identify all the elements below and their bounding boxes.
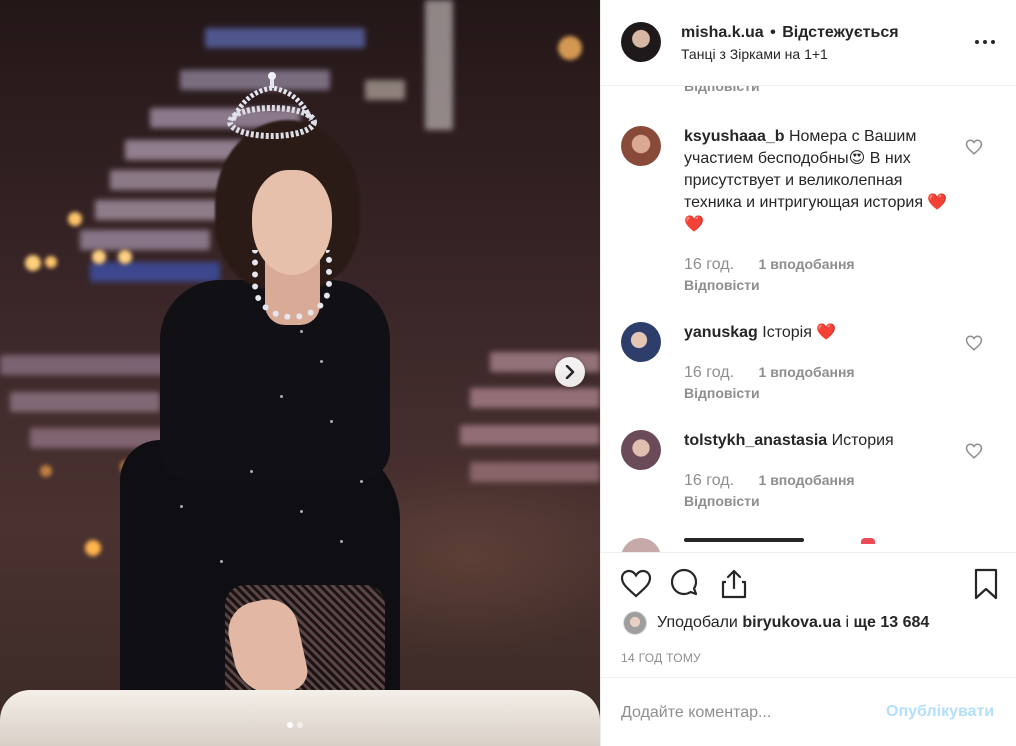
reply-link[interactable]: Відповісти (684, 277, 760, 293)
heart-icon[interactable] (965, 442, 983, 460)
dancer-necklace (252, 250, 332, 320)
commenter-avatar[interactable] (621, 322, 661, 362)
post-timestamp[interactable]: 14 ГОД ТОМУ (621, 651, 701, 665)
heart-icon[interactable] (619, 567, 653, 601)
background-light (470, 462, 600, 482)
background-light (110, 170, 230, 190)
post-actions: Уподобали biryukova.ua і ще 13 684 14 ГО… (601, 552, 1016, 677)
background-light (0, 355, 170, 375)
table-cloth (0, 690, 600, 746)
post-comment-button[interactable]: Опублікувати (886, 703, 994, 721)
candle-light (68, 212, 82, 226)
dress-sparkle (300, 330, 303, 333)
author-avatar[interactable] (621, 22, 661, 62)
dress-sparkle (280, 395, 283, 398)
comment-body: История (831, 432, 894, 449)
comment-item-partial (621, 538, 1001, 552)
comment-text-fragment (684, 538, 804, 542)
comments-list[interactable]: Відповісти ksyushaaa_b Номера с Вашим уч… (601, 86, 1016, 552)
dress-sparkle (180, 505, 183, 508)
commenter-avatar[interactable] (621, 126, 661, 166)
comment-time[interactable]: 16 год. (684, 256, 734, 273)
background-light (205, 28, 365, 48)
likes-summary: Уподобали biryukova.ua і ще 13 684 (623, 611, 929, 635)
liker-avatar[interactable] (623, 611, 647, 635)
carousel-dot-active (287, 722, 293, 728)
dress-sparkle (360, 480, 363, 483)
comment-text: tolstykh_anastasia История (684, 430, 954, 452)
chevron-right-icon (565, 365, 575, 379)
post-side-panel: misha.k.ua • Відстежується Танці з Зірка… (600, 0, 1016, 746)
dress-sparkle (220, 560, 223, 563)
background-light (470, 388, 600, 408)
more-horizontal-icon (983, 40, 987, 44)
post-photo[interactable] (0, 0, 600, 746)
background-light (460, 425, 600, 445)
likes-prefix: Уподобали (657, 614, 738, 631)
liker-username[interactable]: biryukova.ua (742, 614, 841, 631)
carousel-indicator (287, 722, 303, 728)
comment-meta: 16 год. 1 вподобання (684, 364, 855, 382)
heart-icon[interactable] (965, 334, 983, 352)
comment-meta: 16 год. 1 вподобання (684, 472, 855, 490)
dress-sparkle (340, 540, 343, 543)
comment-bubble-icon[interactable] (667, 567, 701, 601)
background-light (95, 200, 225, 220)
commenter-avatar[interactable] (621, 538, 661, 552)
comment-username[interactable]: tolstykh_anastasia (684, 432, 827, 449)
candle-light (558, 36, 582, 60)
candle-light (25, 255, 41, 271)
background-light (90, 262, 220, 282)
comment-time[interactable]: 16 год. (684, 472, 734, 489)
background-light (425, 0, 453, 130)
post-header: misha.k.ua • Відстежується Танці з Зірка… (601, 0, 1016, 86)
heart-emoji-fragment (861, 538, 875, 544)
comment-body: Історія ❤️ (762, 324, 837, 341)
commenter-avatar[interactable] (621, 430, 661, 470)
author-username[interactable]: misha.k.ua (681, 24, 764, 41)
dress-sparkle (320, 360, 323, 363)
follow-status[interactable]: Відстежується (782, 24, 898, 41)
background-light (10, 392, 160, 412)
background-light (80, 230, 210, 250)
comment-input[interactable] (621, 702, 871, 724)
comment-meta: 16 год. 1 вподобання (684, 256, 855, 274)
comment-text: yanuskag Історія ❤️ (684, 322, 954, 344)
post-location[interactable]: Танці з Зірками на 1+1 (681, 46, 828, 62)
comment-time[interactable]: 16 год. (684, 364, 734, 381)
comment-username[interactable]: ksyushaaa_b (684, 128, 785, 145)
likes-text: Уподобали biryukova.ua і ще 13 684 (657, 614, 929, 632)
more-options-button[interactable] (975, 36, 999, 48)
reply-link[interactable]: Відповісти (684, 86, 760, 94)
likes-middle: і (845, 614, 850, 631)
reply-link[interactable]: Відповісти (684, 385, 760, 401)
comment-likes[interactable]: 1 вподобання (759, 256, 855, 272)
reply-link[interactable]: Відповісти (684, 493, 760, 509)
candle-light (85, 540, 101, 556)
candle-light (40, 465, 52, 477)
add-comment-bar: Опублікувати (601, 677, 1016, 746)
dress-sparkle (300, 510, 303, 513)
more-horizontal-icon (975, 40, 979, 44)
crown-icon (227, 72, 317, 139)
dress-sparkle (330, 420, 333, 423)
candle-light (45, 256, 57, 268)
likes-count[interactable]: ще 13 684 (853, 614, 929, 631)
candle-light (118, 250, 132, 264)
bookmark-icon[interactable] (969, 567, 1003, 601)
more-horizontal-icon (991, 40, 995, 44)
header-separator: • (770, 24, 776, 41)
comment-likes[interactable]: 1 вподобання (759, 364, 855, 380)
dress-sparkle (250, 470, 253, 473)
comment-text: ksyushaaa_b Номера с Вашим участием бесп… (684, 126, 954, 236)
heart-icon[interactable] (965, 138, 983, 156)
background-light (365, 80, 405, 100)
author-line: misha.k.ua • Відстежується (681, 24, 899, 42)
comment-username[interactable]: yanuskag (684, 324, 758, 341)
candle-light (92, 250, 106, 264)
share-icon[interactable] (717, 567, 751, 601)
comment-likes[interactable]: 1 вподобання (759, 472, 855, 488)
carousel-dot (297, 722, 303, 728)
carousel-next-button[interactable] (555, 357, 585, 387)
